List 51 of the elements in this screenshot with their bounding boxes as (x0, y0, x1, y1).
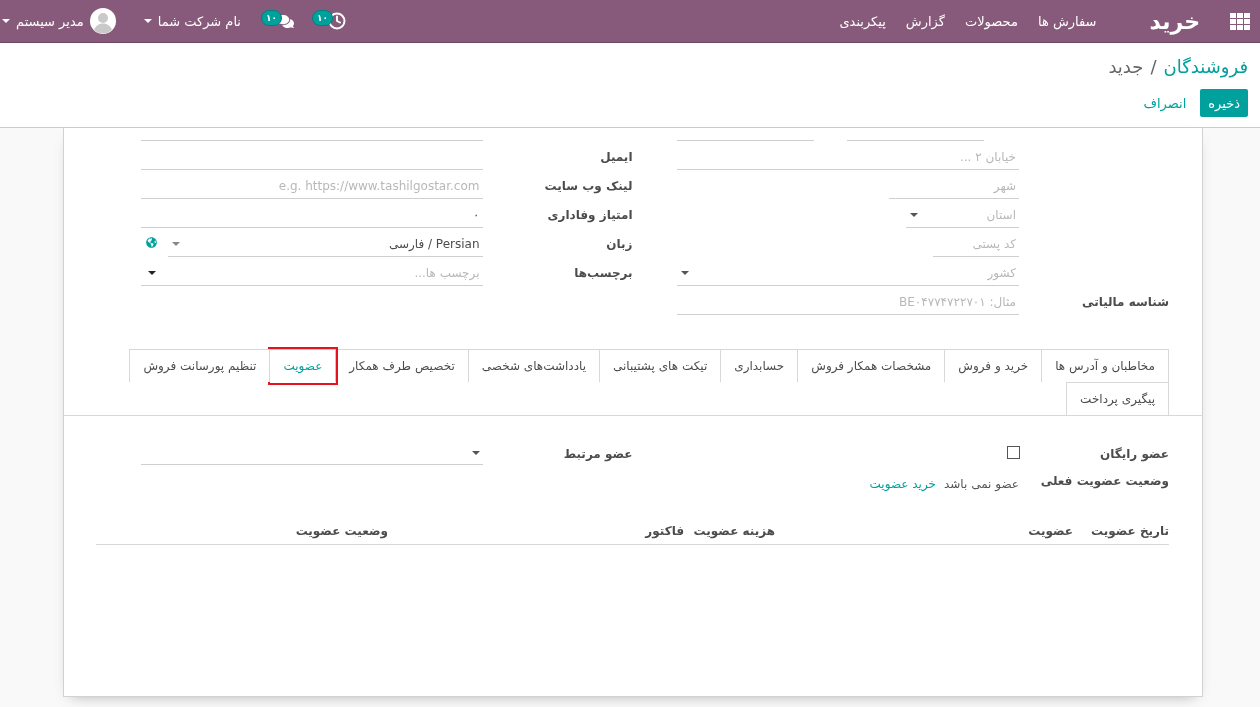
menu-item[interactable]: سفارش ها (1028, 13, 1106, 29)
buy-membership-link[interactable]: خرید عضویت (869, 477, 936, 491)
company-menu[interactable]: نام شرکت شما (143, 13, 241, 29)
save-button[interactable]: ذخیره (1200, 89, 1248, 117)
count-badge: ۱۰ (312, 10, 333, 26)
apps-button[interactable] (1230, 12, 1250, 30)
user-avatar (89, 8, 116, 34)
checkbox[interactable] (1007, 445, 1020, 459)
column-header: هزینه عضویت (692, 524, 775, 538)
column-header: عضویت (1027, 524, 1073, 538)
discard-button[interactable]: انصراف (1135, 89, 1195, 117)
count-badge: ۱۰ (261, 10, 282, 26)
breadcrumb-separator: / (1150, 55, 1157, 77)
menu-item[interactable]: محصولات (955, 13, 1027, 29)
field-label: زبان (606, 237, 633, 251)
field-label: عضو رایگان (1100, 446, 1169, 461)
tab[interactable]: پیگیری پرداخت (1066, 382, 1169, 415)
field-label: برچسب‌ها (574, 266, 633, 280)
column-header: فاکتور (643, 524, 684, 538)
input-field[interactable]: ۰ (140, 199, 483, 228)
tab[interactable]: مخاطبان و آدرس ها (1041, 349, 1169, 382)
field-label: وضعیت عضویت فعلی (1040, 473, 1169, 488)
tab[interactable]: عضویت (269, 349, 337, 382)
field-label: ایمیل (600, 150, 633, 164)
caret-icon (910, 212, 918, 217)
caret-icon (681, 270, 689, 275)
grid-icon (1230, 12, 1250, 30)
column-header: وضعیت عضویت (294, 524, 388, 538)
field-label: امتیاز وفاداری (547, 208, 633, 222)
tab[interactable]: تنظیم پورسانت فروش (129, 349, 271, 382)
menu-item[interactable]: پیکربندی (830, 13, 895, 29)
caret-icon (471, 451, 480, 455)
input-field[interactable]: Persian / فارسی (167, 228, 483, 257)
caret-icon (143, 19, 152, 23)
globe-icon[interactable] (145, 237, 157, 248)
messages-button[interactable]: ۱۰ (261, 12, 294, 30)
clock-icon (328, 12, 346, 30)
breadcrumb-current: جدید (1108, 55, 1144, 77)
status-text: عضو نمی باشد (943, 477, 1019, 491)
field-label: شناسه مالیاتی (1082, 295, 1169, 309)
field-label: عضو مرتبط (563, 446, 633, 461)
app-title: خرید (1149, 8, 1200, 34)
caret-icon (171, 241, 180, 246)
menu-item[interactable]: گزارش (896, 13, 954, 29)
activity-button[interactable]: ۱۰ (312, 12, 346, 30)
user-menu[interactable]: مدیر سیستم (2, 8, 116, 34)
caret-icon (2, 19, 10, 23)
breadcrumb-link[interactable]: فروشندگان (1163, 55, 1248, 77)
caret-icon (147, 270, 156, 275)
column-header: تاریخ عضویت (1090, 524, 1169, 538)
field-label: لینک وب سایت (544, 179, 633, 193)
